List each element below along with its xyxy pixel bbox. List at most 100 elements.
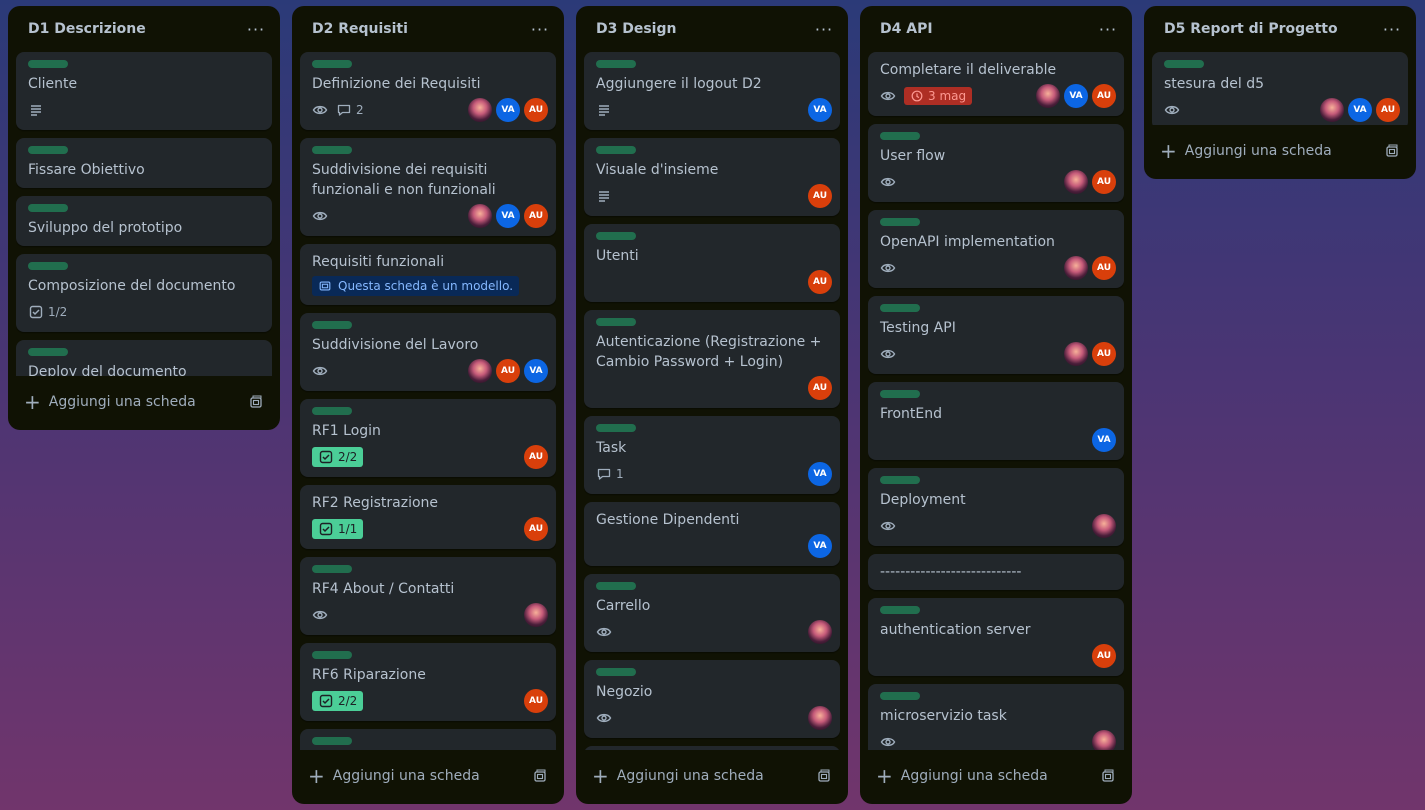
green-label[interactable] [312,737,352,745]
list-header[interactable]: D2 Requisiti ··· [300,6,556,52]
avatar-au[interactable]: AU [808,376,832,400]
green-label[interactable] [28,146,68,154]
green-label[interactable] [312,146,352,154]
create-from-template-icon[interactable] [1100,768,1116,784]
card-visuale-d-insieme[interactable]: Visuale d'insieme AU [584,138,840,216]
add-card-button[interactable]: + Aggiungi una scheda [1152,131,1408,171]
card-rf2-registrazione[interactable]: RF2 Registrazione 1/1 AU [300,485,556,549]
list-title[interactable]: D4 API [880,21,933,37]
green-label[interactable] [880,132,920,140]
avatar-va[interactable]: VA [808,98,832,122]
list-title[interactable]: D2 Requisiti [312,21,408,37]
list-menu-icon[interactable]: ··· [812,17,836,41]
avatar-va[interactable]: VA [1064,84,1088,108]
avatar-va[interactable]: VA [496,98,520,122]
avatar-au[interactable]: AU [1092,170,1116,194]
avatar-photo[interactable] [1064,342,1088,366]
green-label[interactable] [312,651,352,659]
green-label[interactable] [312,407,352,415]
avatar-au[interactable]: AU [524,445,548,469]
avatar-au[interactable]: AU [496,359,520,383]
avatar-photo[interactable] [1036,84,1060,108]
green-label[interactable] [596,668,636,676]
card-cliente[interactable]: Cliente [16,52,272,130]
green-label[interactable] [312,321,352,329]
green-label[interactable] [28,262,68,270]
list-header[interactable]: D5 Report di Progetto ··· [1152,6,1408,52]
avatar-au[interactable]: AU [524,517,548,541]
green-label[interactable] [880,390,920,398]
card-deploy-del-documento[interactable]: Deploy del documento [16,340,272,376]
avatar-photo[interactable] [468,204,492,228]
card-blank[interactable]: ---------------------------- [868,554,1124,590]
green-label[interactable] [312,60,352,68]
card-aggiungere-il-logout-d2[interactable]: Aggiungere il logout D2 VA [584,52,840,130]
avatar-au[interactable]: AU [524,204,548,228]
create-from-template-icon[interactable] [532,768,548,784]
avatar-au[interactable]: AU [524,98,548,122]
card-rf7-assistenza[interactable]: RF7 Assistenza [300,729,556,750]
list-title[interactable]: D3 Design [596,21,676,37]
card-rf1-login[interactable]: RF1 Login 2/2 AU [300,399,556,477]
green-label[interactable] [880,606,920,614]
avatar-photo[interactable] [468,98,492,122]
green-label[interactable] [28,60,68,68]
card-rf6-riparazione[interactable]: RF6 Riparazione 2/2 AU [300,643,556,721]
card-fissare-obiettivo[interactable]: Fissare Obiettivo [16,138,272,188]
create-from-template-icon[interactable] [1384,143,1400,159]
avatar-au[interactable]: AU [808,270,832,294]
card-definizione-dei-requisiti[interactable]: Definizione dei Requisiti 2 VA AU [300,52,556,130]
avatar-au[interactable]: AU [1092,342,1116,366]
avatar-photo[interactable] [1092,514,1116,538]
avatar-va[interactable]: VA [524,359,548,383]
green-label[interactable] [596,424,636,432]
avatar-photo[interactable] [468,359,492,383]
list-menu-icon[interactable]: ··· [528,17,552,41]
create-from-template-icon[interactable] [248,394,264,410]
green-label[interactable] [28,348,68,356]
green-label[interactable] [596,582,636,590]
avatar-photo[interactable] [524,603,548,627]
card-utenti[interactable]: Utenti AU [584,224,840,302]
avatar-photo[interactable] [1064,170,1088,194]
green-label[interactable] [880,218,920,226]
card-sviluppo-del-prototipo[interactable]: Sviluppo del prototipo [16,196,272,246]
card-microservizio-task[interactable]: microservizio task [868,684,1124,750]
list-title[interactable]: D5 Report di Progetto [1164,21,1338,37]
avatar-au[interactable]: AU [1092,644,1116,668]
avatar-va[interactable]: VA [808,534,832,558]
green-label[interactable] [596,232,636,240]
list-header[interactable]: D4 API ··· [868,6,1124,52]
add-card-button[interactable]: + Aggiungi una scheda [584,756,840,796]
avatar-va[interactable]: VA [1092,428,1116,452]
avatar-va[interactable]: VA [808,462,832,486]
avatar-va[interactable]: VA [496,204,520,228]
avatar-au[interactable]: AU [1092,84,1116,108]
avatar-photo[interactable] [1064,256,1088,280]
green-label[interactable] [28,204,68,212]
avatar-photo[interactable] [808,706,832,730]
card-rf4-about-contatti[interactable]: RF4 About / Contatti [300,557,556,635]
card-negozio[interactable]: Negozio [584,660,840,738]
create-from-template-icon[interactable] [816,768,832,784]
avatar-photo[interactable] [808,620,832,644]
card-suddivisione-del-lavoro[interactable]: Suddivisione del Lavoro AU VA [300,313,556,391]
card-blank[interactable] [584,746,840,750]
card-openapi-implementation[interactable]: OpenAPI implementation AU [868,210,1124,288]
green-label[interactable] [596,318,636,326]
avatar-au[interactable]: AU [1376,98,1400,122]
green-label[interactable] [880,304,920,312]
list-menu-icon[interactable]: ··· [1380,17,1404,41]
green-label[interactable] [880,692,920,700]
avatar-au[interactable]: AU [524,689,548,713]
green-label[interactable] [880,476,920,484]
green-label[interactable] [312,565,352,573]
add-card-button[interactable]: + Aggiungi una scheda [300,756,556,796]
list-header[interactable]: D1 Descrizione ··· [16,6,272,52]
card-suddivisione-dei-requisiti-funzionali-e-non-funzionali[interactable]: Suddivisione dei requisiti funzionali e … [300,138,556,236]
avatar-au[interactable]: AU [1092,256,1116,280]
add-card-button[interactable]: + Aggiungi una scheda [868,756,1124,796]
due-date-badge[interactable]: 3 mag [904,87,973,105]
card-composizione-del-documento[interactable]: Composizione del documento 1/2 [16,254,272,332]
avatar-au[interactable]: AU [808,184,832,208]
